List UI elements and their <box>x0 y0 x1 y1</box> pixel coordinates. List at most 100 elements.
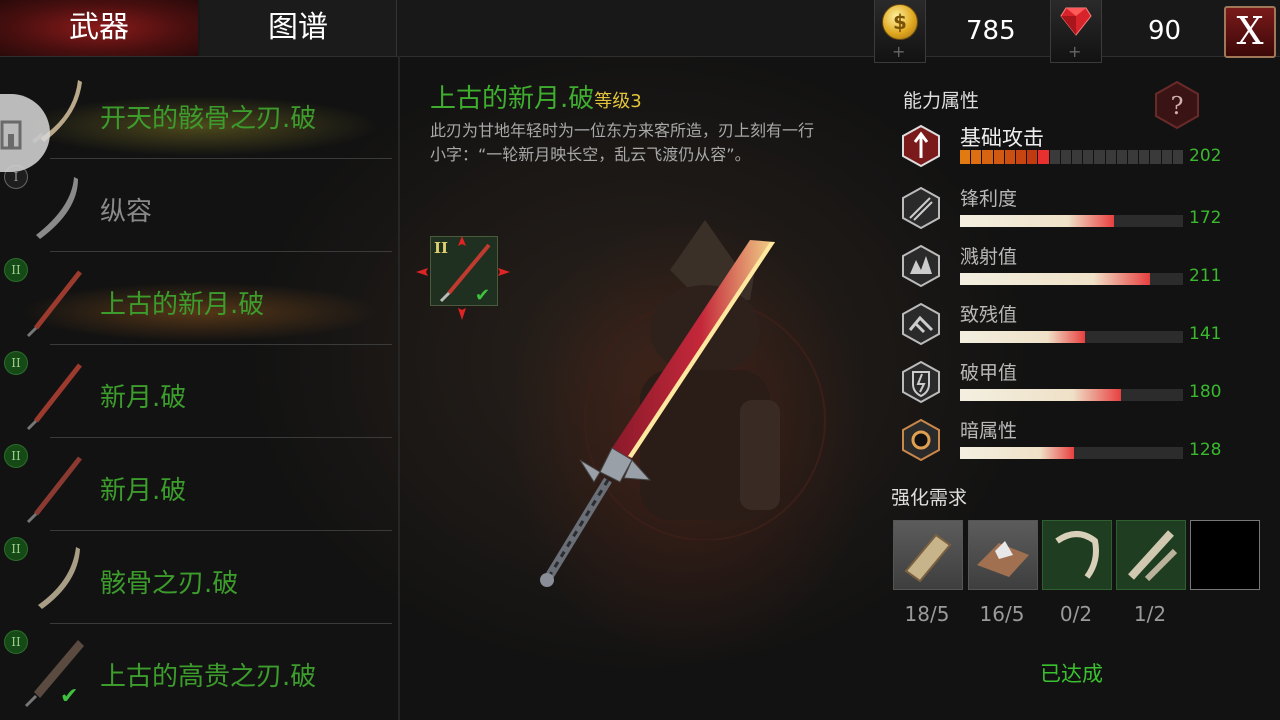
bone-material-icon <box>1128 530 1178 582</box>
upgrade-status: 已达成 <box>1040 662 1103 686</box>
stat-label: 致残值 <box>960 304 1018 326</box>
weapon-list-item[interactable]: I 纵容 <box>0 159 392 252</box>
checkmark-icon: ✔ <box>60 684 79 709</box>
crosshair-icon <box>416 236 510 320</box>
upgrade-title: 强化需求 <box>891 487 968 509</box>
stat-segment-bar <box>960 150 1184 164</box>
sharpness-icon <box>902 186 940 230</box>
base-attack-icon <box>902 124 940 168</box>
stat-armor-break: 破甲值 180 <box>900 360 1230 414</box>
curved-blade-icon <box>36 177 78 239</box>
weapon-preview-sword <box>540 240 775 587</box>
sword-icon <box>26 363 82 431</box>
stat-cripple: 致残值 141 <box>900 302 1230 356</box>
ruby-icon <box>1060 7 1092 36</box>
splash-icon <box>902 244 940 288</box>
stat-bar-fill <box>960 389 1121 401</box>
gem-count: 90 <box>1148 16 1182 46</box>
material-slot-ore[interactable] <box>968 520 1038 590</box>
weapon-list-item[interactable]: II ✔ 上古的高贵之刃.破 <box>0 624 392 717</box>
sword-icon <box>26 270 82 338</box>
stat-dark-attribute: 暗属性 128 <box>900 418 1230 472</box>
weapon-list-item[interactable]: II 新月.破 <box>0 345 392 438</box>
stat-bar-segment <box>1172 150 1184 164</box>
weapon-description: 此刃为甘地年轻时为一位东方来客所造，刃上刻有一行小字：“一轮新月映长空，乱云飞渡… <box>430 121 815 164</box>
stat-splash: 溅射值 211 <box>900 244 1230 298</box>
ore-material-icon <box>977 541 1029 577</box>
stat-bar-segment <box>1105 150 1116 164</box>
top-bar: 武器 图谱 $ + 785 + 90 X <box>0 0 1280 63</box>
dark-attribute-icon <box>902 418 940 462</box>
gem-add-button[interactable]: + <box>1050 0 1102 63</box>
material-slot-wood[interactable] <box>893 520 963 590</box>
material-slot-empty[interactable] <box>1190 520 1260 590</box>
stat-bar-segment <box>1072 150 1083 164</box>
tab-weapons[interactable]: 武器 <box>0 0 198 56</box>
stat-bar-segment <box>1094 150 1105 164</box>
stat-bar-segment <box>993 150 1004 164</box>
weapon-name: 纵容 <box>100 197 153 227</box>
panel-divider <box>398 56 400 720</box>
weapon-name: 新月.破 <box>100 383 187 413</box>
stat-bar-segment <box>1150 150 1161 164</box>
weapon-list-item[interactable]: II 新月.破 <box>0 438 392 531</box>
stat-sharpness: 锋利度 172 <box>900 186 1230 240</box>
stat-bar-segment <box>1027 150 1038 164</box>
stat-bar-segment <box>1083 150 1094 164</box>
material-slot-claw[interactable] <box>1042 520 1112 590</box>
stat-value: 211 <box>1189 266 1222 286</box>
stat-value: 128 <box>1189 440 1222 460</box>
stat-bar-fill <box>960 447 1074 459</box>
stats-title: 能力属性 <box>903 90 980 112</box>
stat-label: 暗属性 <box>960 420 1018 442</box>
stat-bar <box>960 389 1183 401</box>
stat-bar-segment <box>971 150 982 164</box>
material-slot-bone[interactable] <box>1116 520 1186 590</box>
divider <box>396 0 397 56</box>
material-count: 18/5 <box>904 602 950 626</box>
stat-label: 基础攻击 <box>960 126 1044 150</box>
weapon-list-item[interactable]: 开天的骸骨之刃.破 <box>0 66 392 159</box>
stat-bar-segment <box>1116 150 1128 164</box>
weapon-level: 等级3 <box>594 91 642 112</box>
weapon-title: 上古的新月.破等级3 <box>430 78 642 115</box>
stat-bar-fill <box>960 215 1114 227</box>
stat-label: 锋利度 <box>960 188 1018 210</box>
armor-break-icon <box>902 360 940 404</box>
stat-bar-fill <box>960 273 1150 285</box>
stat-bar-segment <box>1004 150 1016 164</box>
plus-icon: + <box>892 42 906 61</box>
stat-bar-segment <box>960 150 971 164</box>
stat-value: 141 <box>1189 324 1222 344</box>
stat-bar-segment <box>1049 150 1060 164</box>
claw-material-icon <box>1055 531 1099 579</box>
weapon-name-label: 上古的新月.破 <box>430 84 595 114</box>
coin-icon: $ <box>882 4 918 40</box>
close-button[interactable]: X <box>1224 6 1276 58</box>
stat-label: 破甲值 <box>960 362 1018 384</box>
weapon-name: 上古的新月.破 <box>100 290 265 320</box>
stat-bar-segment <box>1139 150 1150 164</box>
stat-bar-segment <box>1016 150 1027 164</box>
stat-bar <box>960 447 1183 459</box>
stat-bar <box>960 215 1183 227</box>
coin-count: 785 <box>966 16 1016 46</box>
weapon-list-item[interactable]: II 上古的新月.破 <box>0 252 392 345</box>
curved-blade-icon <box>38 547 80 609</box>
weapon-list-item[interactable]: II 骸骨之刃.破 <box>0 531 392 624</box>
help-icon[interactable]: ? <box>1152 80 1202 130</box>
cripple-icon <box>902 302 940 346</box>
material-count: 0/2 <box>1059 602 1093 626</box>
weapon-name: 骸骨之刃.破 <box>100 569 239 599</box>
material-count: 1/2 <box>1133 602 1167 626</box>
coin-add-button[interactable]: $ + <box>874 0 926 63</box>
weapon-name: 上古的高贵之刃.破 <box>100 662 317 692</box>
sword-icon <box>26 456 82 524</box>
stat-bar <box>960 273 1183 285</box>
stat-value: 202 <box>1189 146 1222 166</box>
weapon-name: 开天的骸骨之刃.破 <box>100 104 317 134</box>
weapon-list: 开天的骸骨之刃.破 I 纵容 II 上古的新月.破 II 新月.破 II 新月.… <box>0 56 396 720</box>
svg-text:?: ? <box>1171 92 1184 120</box>
tab-atlas[interactable]: 图谱 <box>200 0 396 56</box>
stat-value: 172 <box>1189 208 1222 228</box>
